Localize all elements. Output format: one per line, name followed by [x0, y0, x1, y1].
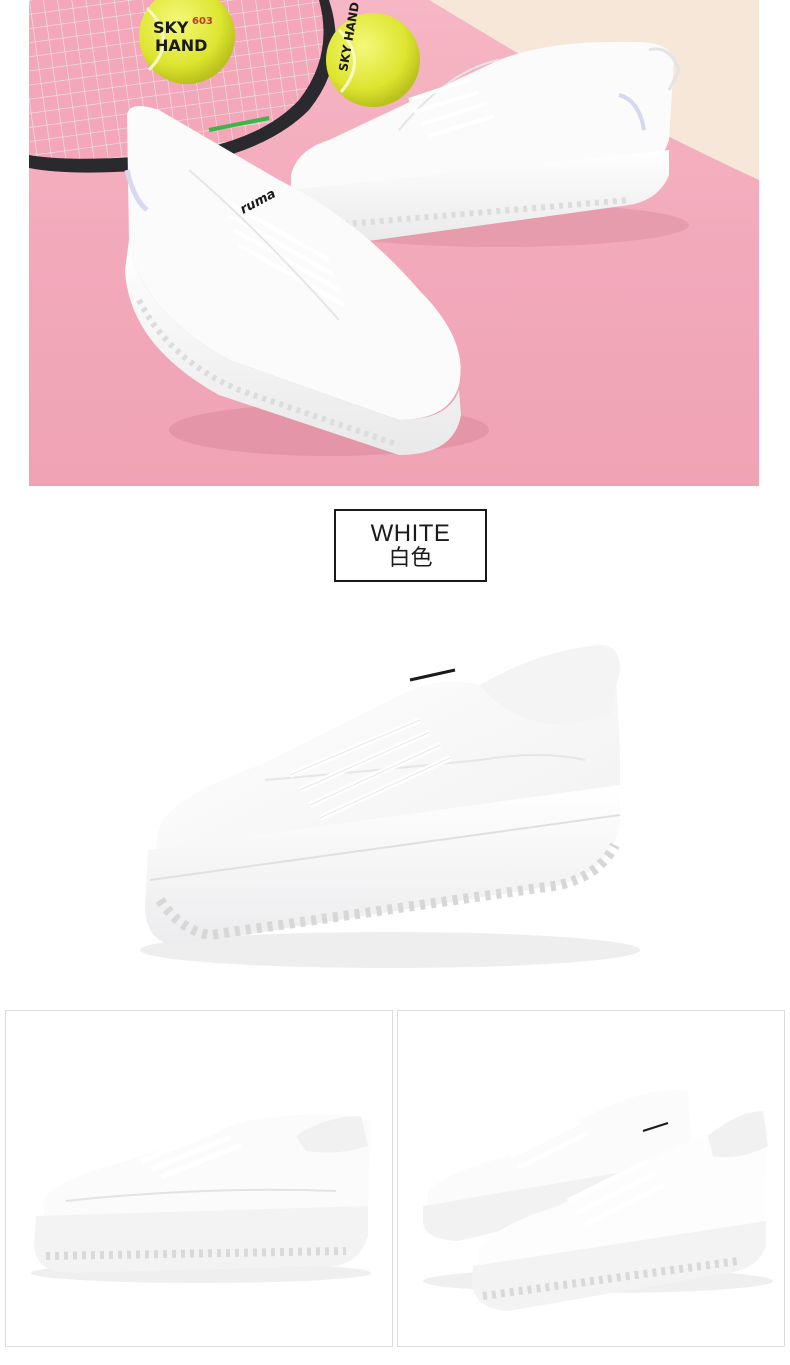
hero-product-photo: SKY 603 HAND SKY HAND ruma: [29, 0, 759, 486]
main-product-photo: [0, 600, 790, 1000]
thumbnail-side-view: [5, 1010, 393, 1347]
hero-illustration: SKY 603 HAND SKY HAND ruma: [29, 0, 759, 456]
ball-brand-line2: HAND: [155, 36, 207, 55]
color-name-english: WHITE: [370, 520, 451, 548]
main-sneaker-illustration: [140, 645, 640, 968]
thumbnail-pair-view: [397, 1010, 785, 1347]
sneaker-side-illustration: [31, 1114, 371, 1283]
tennis-ball-right: SKY HAND: [326, 1, 420, 107]
sneaker-pair-illustration: [423, 1090, 773, 1311]
ball-number: 603: [192, 16, 213, 27]
ball-brand-line1: SKY: [153, 18, 189, 37]
color-option-label: WHITE 白色: [334, 509, 487, 582]
color-name-chinese: 白色: [388, 545, 433, 571]
